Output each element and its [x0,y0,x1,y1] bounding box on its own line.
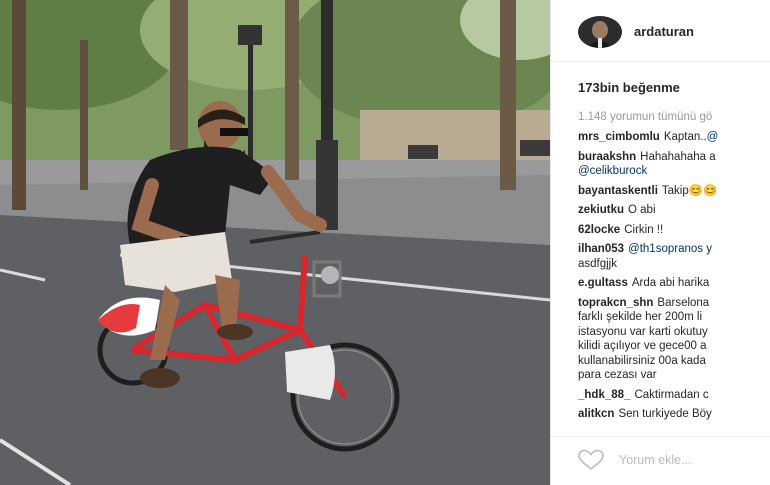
comment-author[interactable]: _hdk_88_ [578,389,630,401]
heart-icon[interactable] [578,449,604,471]
comment-text: Hahahahaha a [640,150,716,163]
likes-count[interactable]: 173bin beğenme [578,80,680,95]
comment-mention[interactable]: @th1sopranos y [628,243,712,255]
comment-text: O abi [628,204,656,216]
comment-text: asdfgjjk [578,257,617,270]
comment-text: Cirkin !! [624,223,664,236]
comment-text: Arda abi harika [631,277,710,289]
comment-author[interactable]: mrs_cimbomlu [578,131,660,143]
comment-author[interactable]: 62locke [578,224,620,236]
comment-text: Takip😊😊 [661,184,718,197]
post-username[interactable]: ardaturan [634,24,694,39]
comment-author[interactable]: ilhan053 [578,243,624,255]
view-all-comments-link[interactable]: 1.148 yorumun tümünü gö [578,111,770,123]
comment-item: bayantaskentli Takip😊😊 [578,184,770,199]
comment-item: buraakshn Hahahahaha a @celikburock [578,150,770,179]
comment-author[interactable]: e.gultass [578,277,628,289]
comment-text: Barselona [657,296,710,309]
street-scene-image [0,0,550,485]
comment-item: _hdk_88_ Caktirmadan c [578,388,770,403]
add-comment-bar [551,436,770,485]
post-photo[interactable] [0,0,550,485]
comment-item: mrs_cimbomlu Kaptan..@ [578,130,770,145]
comment-author[interactable]: zekiutku [578,204,624,216]
comment-item: zekiutku O abi [578,203,770,218]
avatar-image [578,16,622,48]
avatar[interactable] [578,16,622,48]
comment-author[interactable]: toprakcn_shn [578,297,653,309]
comment-item: ilhan053 @th1sopranos y asdfgjjk [578,242,770,271]
comment-input[interactable] [619,450,759,470]
comment-text: Kaptan.. [663,131,707,143]
comments-list: mrs_cimbomlu Kaptan..@ buraakshn Hahahahah… [578,130,770,427]
post-sidebar: ardaturan 173bin beğenme 1.148 yorumun t… [550,0,770,485]
comment-mention[interactable]: @celikburock [578,164,770,179]
comment-author[interactable]: bayantaskentli [578,185,658,197]
comment-author[interactable]: buraakshn [578,151,636,163]
comment-item: e.gultass Arda abi harika [578,276,770,291]
comment-item: alitkcn Sen turkiyede Böy [578,407,770,422]
comment-item: toprakcn_shn Barselona farklı şekilde her… [578,296,770,383]
comment-text: Sen turkiyede Böy [618,408,712,420]
comment-author[interactable]: alitkcn [578,408,614,420]
comment-item: 62locke Cirkin !! [578,223,770,238]
comment-text: Caktirmadan c [634,388,709,401]
post-header: ardaturan [551,0,770,62]
comment-text-continued: farklı şekilde her 200m li istasyonu var… [578,311,708,381]
comment-mention[interactable]: @ [707,131,719,143]
